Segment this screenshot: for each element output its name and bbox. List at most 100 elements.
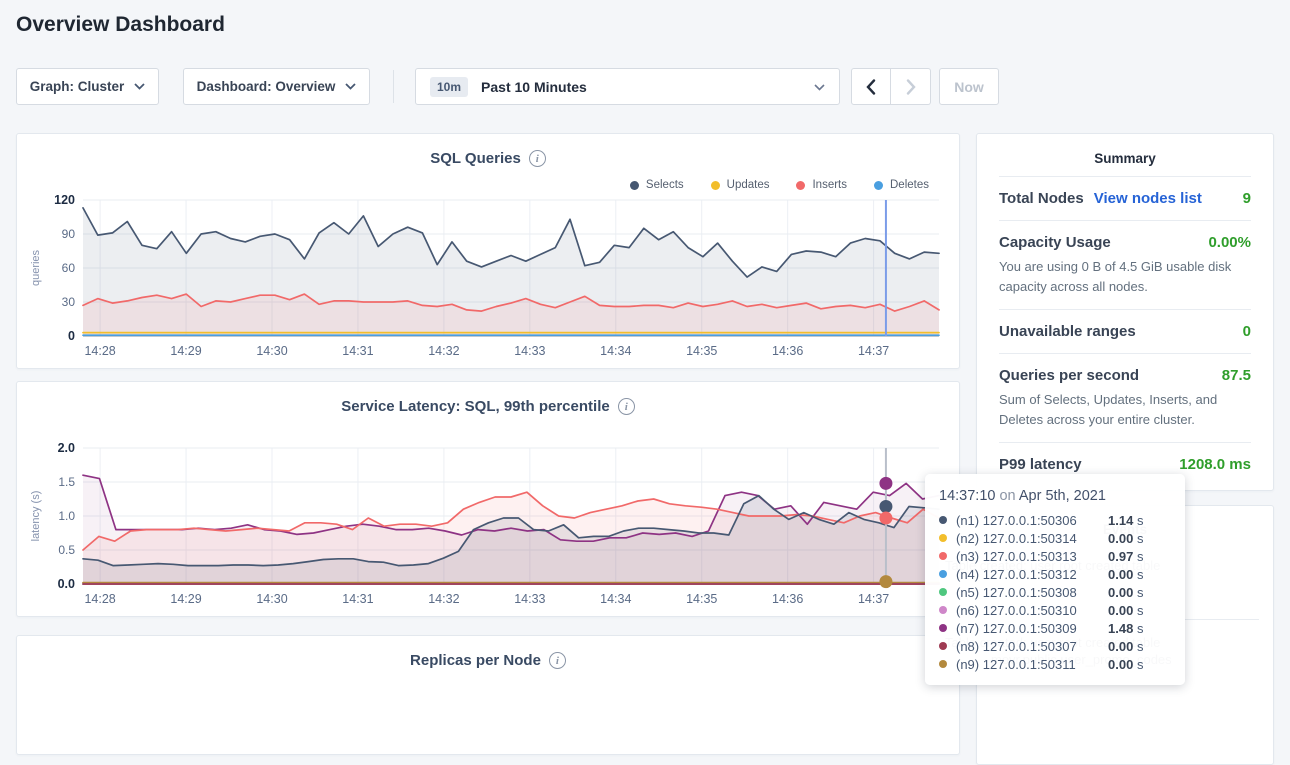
- dashboard-dropdown[interactable]: Dashboard: Overview: [183, 68, 370, 105]
- chart-title: Replicas per Node: [410, 652, 541, 669]
- summary-heading: Summary: [999, 134, 1251, 176]
- tooltip-row: (n4) 127.0.0.1:503120.00 s: [939, 565, 1171, 583]
- node-address: (n7) 127.0.0.1:50309: [956, 621, 1108, 636]
- capacity-value: 0.00%: [1208, 234, 1251, 251]
- graph-dropdown[interactable]: Graph: Cluster: [16, 68, 159, 105]
- svg-text:14:33: 14:33: [514, 592, 545, 606]
- svg-text:14:29: 14:29: [170, 344, 201, 358]
- svg-text:latency (s): latency (s): [30, 491, 42, 542]
- svg-text:0.5: 0.5: [58, 543, 75, 557]
- next-time-button[interactable]: [891, 68, 931, 105]
- tooltip-row: (n9) 127.0.0.1:503110.00 s: [939, 655, 1171, 673]
- node-latency-value: 0.00 s: [1108, 585, 1143, 600]
- node-latency-value: 0.00 s: [1108, 603, 1143, 618]
- graph-dropdown-label: Graph: Cluster: [30, 79, 125, 94]
- page-title: Overview Dashboard: [16, 13, 225, 37]
- node-color-dot-icon: [939, 642, 947, 650]
- tooltip-node-rows: (n1) 127.0.0.1:503061.14 s(n2) 127.0.0.1…: [939, 511, 1171, 673]
- legend-dot-icon: [711, 181, 720, 190]
- sql-queries-plot[interactable]: 14:2814:2914:3014:3114:3214:3314:3414:35…: [25, 190, 951, 362]
- svg-text:14:34: 14:34: [600, 344, 631, 358]
- tooltip-timestamp: 14:37:10 on Apr 5th, 2021: [939, 488, 1171, 504]
- summary-row-capacity: Capacity Usage 0.00% You are using 0 B o…: [999, 220, 1251, 309]
- time-range-label: Past 10 Minutes: [481, 79, 814, 95]
- time-range-badge: 10m: [430, 77, 468, 97]
- node-address: (n8) 127.0.0.1:50307: [956, 639, 1108, 654]
- svg-text:queries: queries: [30, 249, 42, 286]
- qps-description: Sum of Selects, Updates, Inserts, and De…: [999, 390, 1251, 429]
- node-address: (n6) 127.0.0.1:50310: [956, 603, 1108, 618]
- node-address: (n9) 127.0.0.1:50311: [956, 657, 1108, 672]
- node-color-dot-icon: [939, 552, 947, 560]
- previous-time-button[interactable]: [851, 68, 891, 105]
- node-color-dot-icon: [939, 660, 947, 668]
- node-latency-value: 0.00 s: [1108, 567, 1143, 582]
- summary-row-total-nodes: Total Nodes View nodes list 9: [999, 176, 1251, 220]
- chevron-down-icon: [134, 83, 145, 90]
- svg-text:0: 0: [68, 329, 75, 343]
- time-range-picker[interactable]: 10m Past 10 Minutes: [415, 68, 840, 105]
- view-nodes-list-link[interactable]: View nodes list: [1094, 190, 1202, 207]
- node-address: (n1) 127.0.0.1:50306: [956, 513, 1108, 528]
- legend-dot-icon: [796, 181, 805, 190]
- legend-dot-icon: [630, 181, 639, 190]
- chart-hover-tooltip: 14:37:10 on Apr 5th, 2021 (n1) 127.0.0.1…: [925, 474, 1185, 685]
- info-icon[interactable]: i: [618, 398, 635, 415]
- capacity-label: Capacity Usage: [999, 234, 1111, 251]
- node-latency-value: 1.14 s: [1108, 513, 1143, 528]
- svg-text:14:32: 14:32: [428, 344, 459, 358]
- chevron-down-icon: [814, 78, 825, 96]
- node-latency-value: 0.97 s: [1108, 549, 1143, 564]
- tooltip-row: (n7) 127.0.0.1:503091.48 s: [939, 619, 1171, 637]
- tooltip-row: (n5) 127.0.0.1:503080.00 s: [939, 583, 1171, 601]
- qps-label: Queries per second: [999, 367, 1139, 384]
- node-color-dot-icon: [939, 570, 947, 578]
- total-nodes-label: Total Nodes: [999, 190, 1084, 207]
- unavailable-ranges-label: Unavailable ranges: [999, 323, 1136, 340]
- node-address: (n3) 127.0.0.1:50313: [956, 549, 1108, 564]
- svg-text:30: 30: [62, 295, 76, 309]
- svg-text:14:31: 14:31: [342, 344, 373, 358]
- qps-value: 87.5: [1222, 367, 1251, 384]
- service-latency-chart-card: Service Latency: SQL, 99th percentile i …: [16, 381, 960, 617]
- total-nodes-value: 9: [1243, 190, 1251, 207]
- info-icon[interactable]: i: [529, 150, 546, 167]
- chevron-down-icon: [345, 83, 356, 90]
- node-color-dot-icon: [939, 624, 947, 632]
- summary-row-qps: Queries per second 87.5 Sum of Selects, …: [999, 353, 1251, 442]
- summary-panel: Summary Total Nodes View nodes list 9 Ca…: [976, 133, 1274, 491]
- node-latency-value: 0.00 s: [1108, 639, 1143, 654]
- node-color-dot-icon: [939, 534, 947, 542]
- svg-text:2.0: 2.0: [58, 441, 75, 455]
- node-latency-value: 0.00 s: [1108, 531, 1143, 546]
- svg-text:14:30: 14:30: [256, 592, 287, 606]
- p99-latency-label: P99 latency: [999, 456, 1082, 473]
- svg-text:14:30: 14:30: [256, 344, 287, 358]
- tooltip-row: (n3) 127.0.0.1:503130.97 s: [939, 547, 1171, 565]
- node-address: (n5) 127.0.0.1:50308: [956, 585, 1108, 600]
- tooltip-row: (n2) 127.0.0.1:503140.00 s: [939, 529, 1171, 547]
- svg-text:14:37: 14:37: [858, 344, 889, 358]
- svg-text:14:34: 14:34: [600, 592, 631, 606]
- tooltip-row: (n8) 127.0.0.1:503070.00 s: [939, 637, 1171, 655]
- summary-row-unavailable: Unavailable ranges 0: [999, 309, 1251, 353]
- replicas-per-node-chart-card: Replicas per Node i: [16, 635, 960, 755]
- time-step-buttons: [851, 68, 931, 105]
- info-icon[interactable]: i: [549, 652, 566, 669]
- svg-text:60: 60: [62, 261, 76, 275]
- svg-text:14:33: 14:33: [514, 344, 545, 358]
- svg-text:14:28: 14:28: [84, 344, 115, 358]
- svg-text:0.0: 0.0: [58, 577, 75, 591]
- now-button[interactable]: Now: [939, 68, 999, 105]
- svg-text:14:35: 14:35: [686, 592, 717, 606]
- node-color-dot-icon: [939, 588, 947, 596]
- toolbar-divider: [393, 70, 394, 103]
- chart-title: Service Latency: SQL, 99th percentile: [341, 398, 609, 415]
- dashboard-dropdown-label: Dashboard: Overview: [197, 79, 336, 94]
- svg-text:14:36: 14:36: [772, 592, 803, 606]
- tooltip-row: (n6) 127.0.0.1:503100.00 s: [939, 601, 1171, 619]
- svg-text:14:32: 14:32: [428, 592, 459, 606]
- svg-text:14:29: 14:29: [170, 592, 201, 606]
- service-latency-plot[interactable]: 14:2814:2914:3014:3114:3214:3314:3414:35…: [25, 438, 951, 610]
- capacity-description: You are using 0 B of 4.5 GiB usable disk…: [999, 257, 1251, 296]
